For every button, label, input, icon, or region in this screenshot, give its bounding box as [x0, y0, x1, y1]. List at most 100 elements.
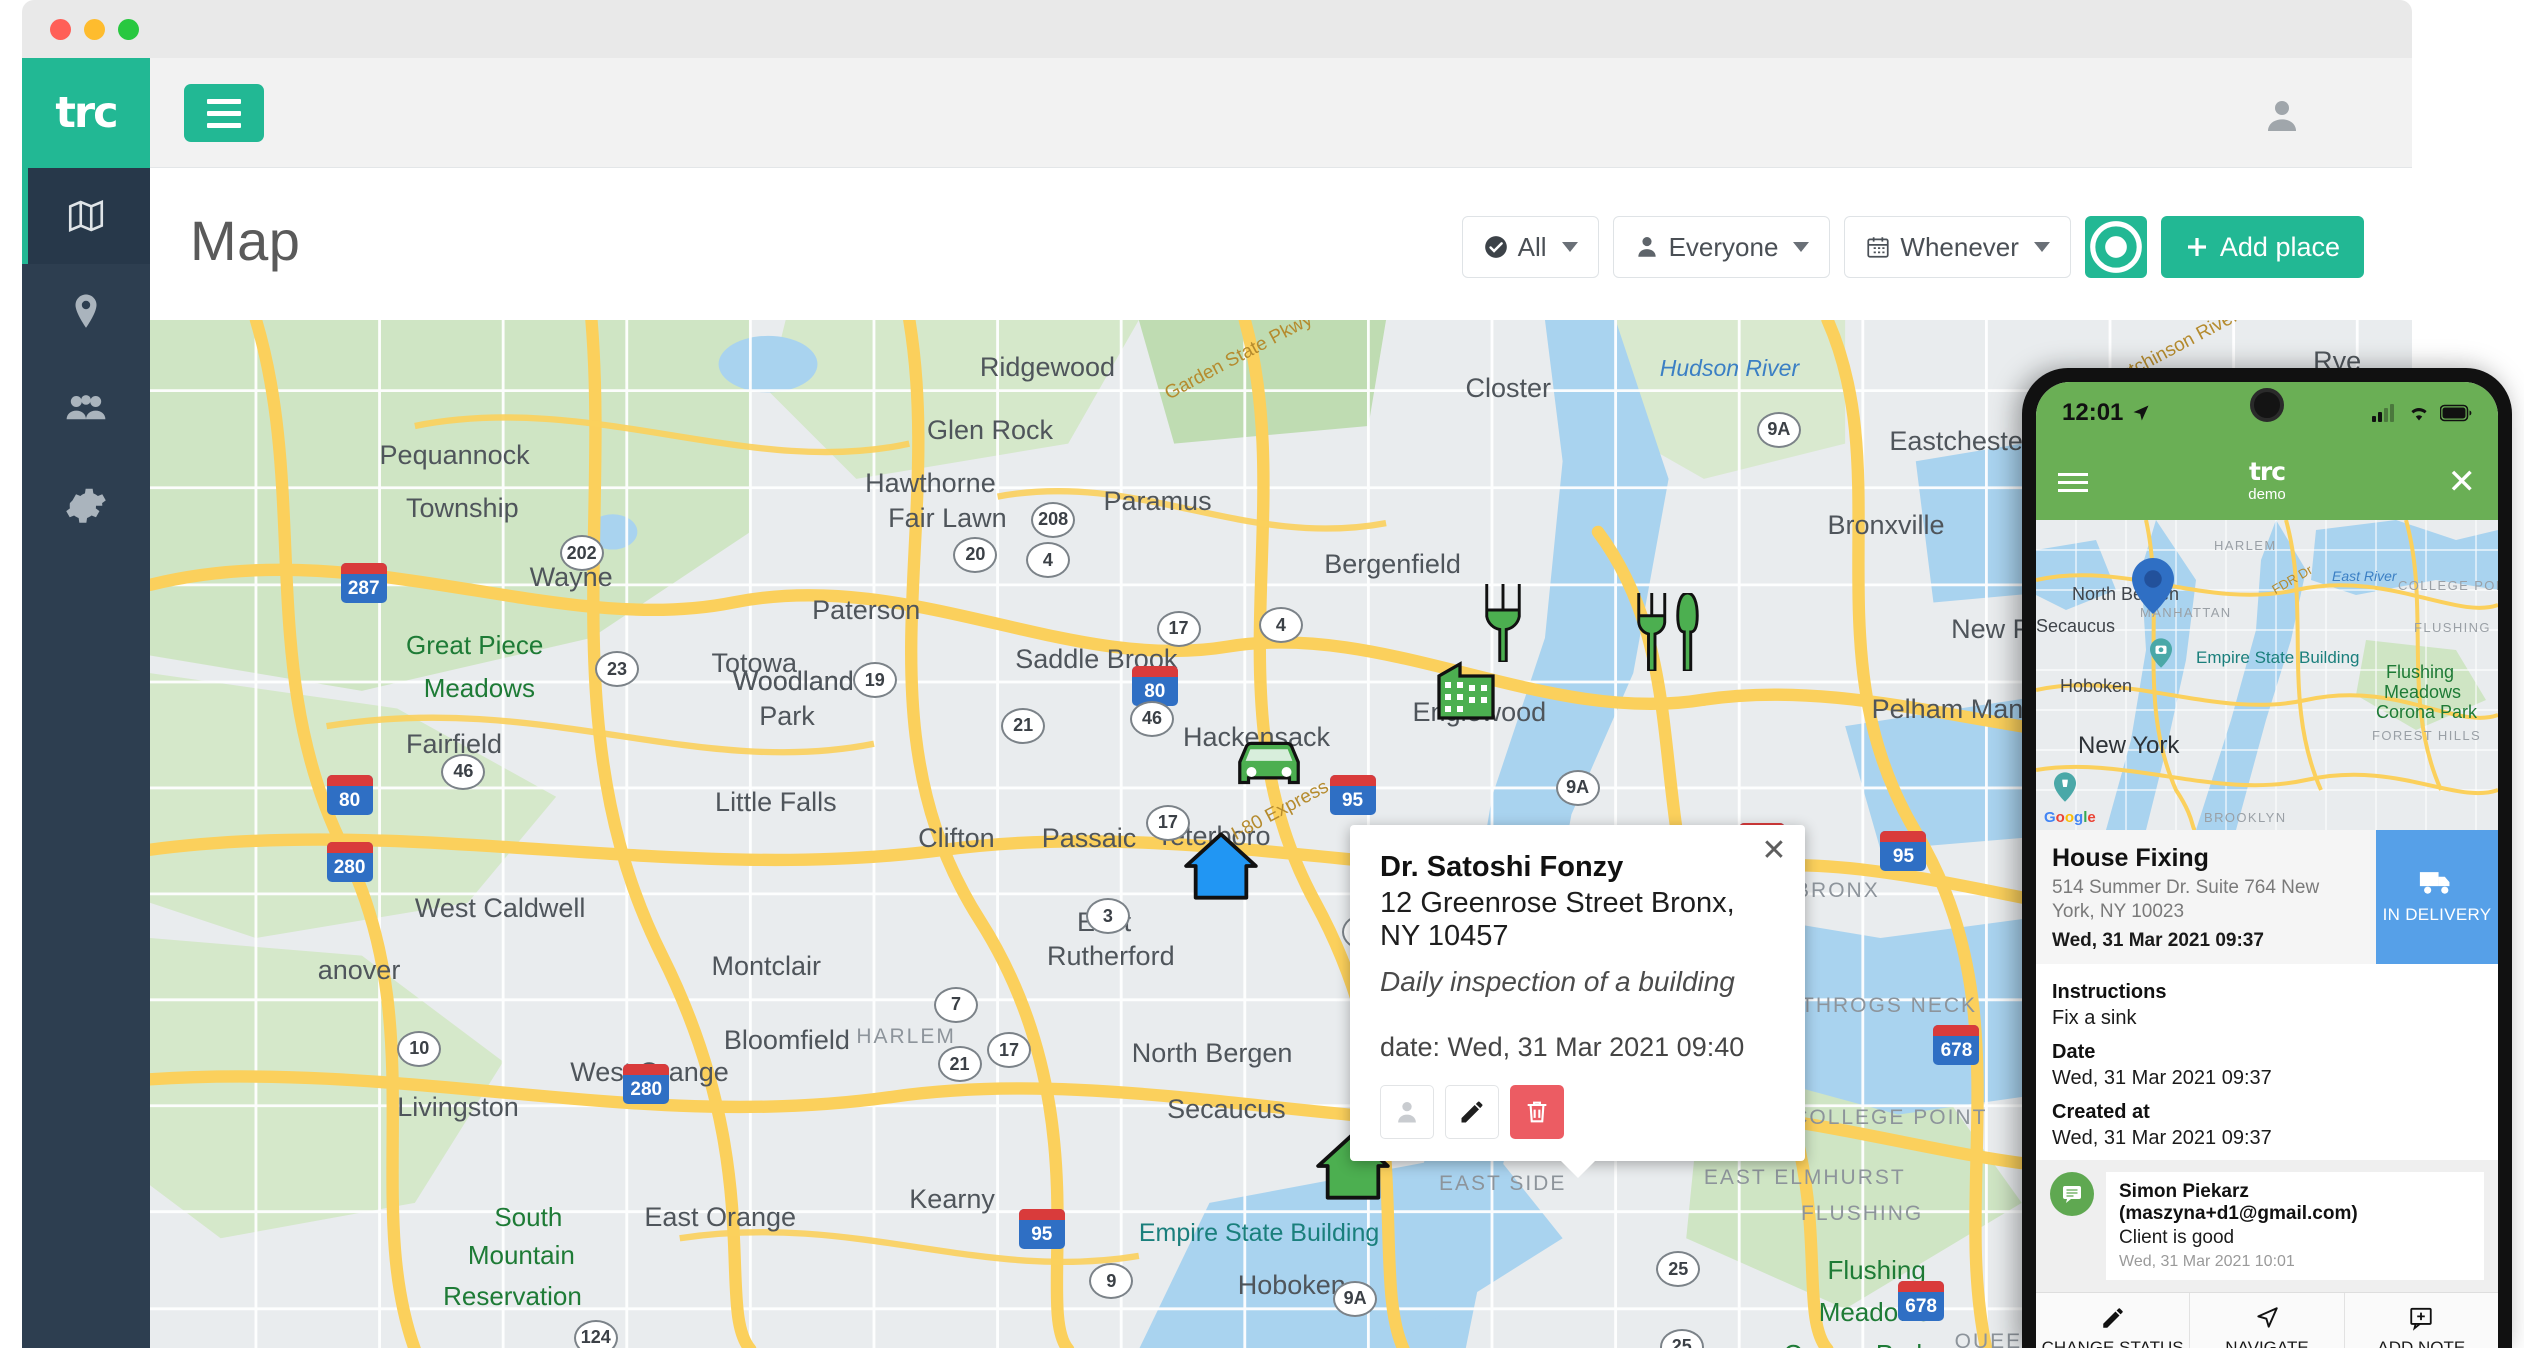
hamburger-icon-bar: [207, 98, 241, 104]
phone-poi-monument-marker[interactable]: [2054, 772, 2076, 802]
map-route-shield: 20: [953, 536, 998, 573]
map-route-shield: 95: [1880, 831, 1927, 872]
locate-me-button[interactable]: [2084, 216, 2147, 278]
phone-task-address: 514 Summer Dr. Suite 764 New York, NY 10…: [2052, 877, 2320, 923]
comment-glyph: [2063, 1185, 2081, 1203]
sidebar-item-people[interactable]: [22, 360, 150, 456]
phone-field-label: Date: [2052, 1040, 2096, 1063]
phone-poi-camera-marker[interactable]: [2150, 638, 2172, 668]
sidebar-item-settings[interactable]: [22, 456, 150, 552]
map-route-shield: 10: [397, 1030, 442, 1067]
edit-button[interactable]: [1445, 1085, 1499, 1139]
phone-map-label: New York: [2078, 732, 2180, 759]
info-address: 12 Greenrose Street Bronx, NY 10457: [1380, 887, 1735, 952]
phone-change-status-label: CHANGE STATUS: [2041, 1337, 2184, 1348]
phone-map-label: Hoboken: [2060, 676, 2133, 696]
phone-map-label: COLLEGE POINT: [2398, 578, 2498, 593]
phone-navigate-label: NAVIGATE: [2225, 1337, 2309, 1348]
window-maximize-button[interactable]: [118, 18, 139, 40]
filter-people-button[interactable]: Everyone: [1612, 216, 1831, 278]
menu-toggle-button[interactable]: [184, 84, 264, 142]
map-route-shield: 678: [1933, 1025, 1980, 1066]
map-route-shield: 7: [934, 986, 979, 1023]
phone-change-status-button[interactable]: CHANGE STATUS: [2036, 1292, 2191, 1348]
map-route-shield: 280: [326, 841, 373, 882]
info-actions: [1380, 1085, 1775, 1139]
home-marker-blue[interactable]: [1183, 831, 1259, 906]
map-route-shield: 21: [937, 1046, 982, 1083]
delete-button[interactable]: [1510, 1085, 1564, 1139]
phone-task-fields: Instructions Fix a sink Date Wed, 31 Mar 20…: [2036, 963, 2498, 1160]
map-route-shield: 9A: [1756, 411, 1801, 448]
map-route-shield: 95: [1329, 774, 1376, 815]
sidebar-item-places[interactable]: [22, 264, 150, 360]
user-menu-button[interactable]: [2262, 96, 2302, 136]
pencil-icon: [1461, 1101, 1483, 1123]
add-place-button[interactable]: Add place: [2160, 216, 2364, 278]
chevron-down-icon: [1561, 242, 1578, 252]
map-route-shield: 9A: [1333, 1280, 1378, 1317]
assign-user-button[interactable]: [1380, 1085, 1434, 1139]
filter-status-button[interactable]: All: [1461, 216, 1599, 278]
phone-field-value: Wed, 31 Mar 2021 09:37: [2052, 1126, 2272, 1149]
phone-field-value: Wed, 31 Mar 2021 09:37: [2052, 1066, 2272, 1089]
hamburger-icon-bar: [207, 122, 241, 128]
phone-field-value: Fix a sink: [2052, 1006, 2137, 1029]
page-title: Map: [190, 209, 301, 272]
user-icon: [1398, 1101, 1416, 1123]
phone-map-label: Flushing: [2386, 662, 2455, 682]
brand-logo[interactable]: trc: [22, 58, 150, 168]
phone-brand: trc demo: [2036, 459, 2498, 505]
filter-time-button[interactable]: Whenever: [1844, 216, 2071, 278]
phone-task-card-main: House Fixing 514 Summer Dr. Suite 764 Ne…: [2036, 830, 2376, 964]
map-route-shield: 95: [1018, 1208, 1065, 1249]
window-minimize-button[interactable]: [84, 18, 105, 40]
phone-field-label: Created at: [2052, 1100, 2150, 1123]
location-pin-icon: [75, 294, 97, 328]
chevron-down-icon: [1793, 242, 1810, 252]
hamburger-icon-bar: [207, 110, 241, 116]
plus-icon: [2187, 238, 2206, 256]
phone-add-note-button[interactable]: ADD NOTE: [2345, 1293, 2498, 1348]
info-description: Daily inspection of a building: [1380, 966, 1735, 997]
map-route-shield: 21: [1001, 707, 1046, 744]
filter-status-label: All: [1517, 231, 1547, 262]
fork-marker[interactable]: [1474, 584, 1532, 667]
map-route-shield: 3: [1085, 898, 1130, 935]
phone-statusbar: 12:01: [2036, 382, 2498, 444]
cutlery-marker[interactable]: [1633, 591, 1703, 676]
add-note-icon: [2410, 1307, 2432, 1331]
phone-place-pin-marker[interactable]: [2132, 558, 2174, 614]
info-title: Dr. Satoshi Fonzy: [1380, 851, 1624, 883]
car-marker[interactable]: [1231, 734, 1307, 801]
user-icon: [2268, 101, 2296, 131]
phone-task-date: Wed, 31 Mar 2021 09:37: [2052, 929, 2264, 951]
info-date: date: Wed, 31 Mar 2021 09:40: [1380, 1032, 1745, 1062]
map-route-shield: 46: [441, 753, 486, 790]
phone-note-text: Client is good: [2119, 1226, 2235, 1248]
phone-navigate-button[interactable]: NAVIGATE: [2190, 1292, 2345, 1348]
map-route-shield: 17: [1156, 610, 1201, 647]
phone-status-badge[interactable]: IN DELIVERY: [2376, 830, 2498, 964]
phone-task-card: House Fixing 514 Summer Dr. Suite 764 Ne…: [2036, 830, 2498, 964]
phone-map-label: Meadows: [2384, 682, 2462, 702]
check-circle-icon: [1484, 236, 1507, 258]
page-header: Map All Everyone Whenever Add place: [150, 168, 2412, 320]
brand-logo-text: trc: [55, 88, 118, 138]
sidebar-item-map[interactable]: [22, 168, 150, 264]
battery-icon: [2440, 404, 2472, 422]
crosshair-icon: [2090, 221, 2142, 273]
app-root: trc Map All Everyone Whenever Add place …: [0, 0, 2524, 1348]
phone-map-label: FLUSHING: [2414, 620, 2491, 635]
phone-map[interactable]: North Bergen Secaucus MANHATTAN HARLEM FDR D…: [2036, 520, 2498, 830]
navigation-arrow-icon: [2257, 1306, 2278, 1328]
window-close-button[interactable]: [50, 18, 71, 40]
chevron-down-icon: [2033, 242, 2050, 252]
phone-note-card: Simon Piekarz (maszyna+d1@gmail.com) Cli…: [2106, 1171, 2484, 1280]
phone-action-bar: CHANGE STATUS NAVIGATE ADD NOTE: [2036, 1291, 2498, 1348]
phone-map-label: HARLEM: [2214, 538, 2277, 553]
phone-appbar: trc demo ✕: [2036, 444, 2498, 520]
map-route-shield: 202: [559, 535, 604, 572]
filter-time-label: Whenever: [1900, 231, 2019, 262]
close-icon[interactable]: ✕: [1759, 836, 1789, 867]
